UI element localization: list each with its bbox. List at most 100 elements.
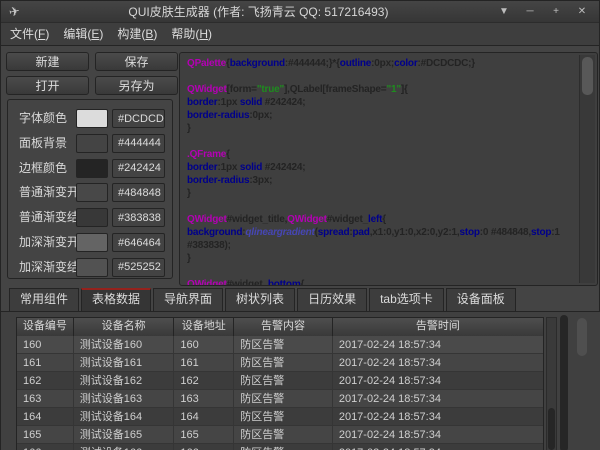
table-header-cell[interactable]: 告警时间 xyxy=(333,318,543,336)
tab-表格数据[interactable]: 表格数据 xyxy=(81,288,151,311)
color-label: 字体颜色 xyxy=(19,109,67,128)
table-row[interactable]: 160测试设备160160防区告警2017-02-24 18:57:34 xyxy=(17,336,543,354)
table-tab-pane: 设备编号设备名称设备地址告警内容告警时间 160测试设备160160防区告警20… xyxy=(1,311,600,450)
menu-item[interactable]: 构建(B) xyxy=(112,23,162,45)
table-cell: 防区告警 xyxy=(234,390,333,408)
table-cell: 2017-02-24 18:57:34 xyxy=(333,444,543,450)
editor-scrollbar-thumb[interactable] xyxy=(582,57,593,95)
table-header-cell[interactable]: 告警内容 xyxy=(234,318,333,336)
skin-menu-button[interactable]: ▼ xyxy=(497,1,511,23)
color-swatch[interactable] xyxy=(76,233,108,252)
table-cell: 160 xyxy=(174,336,234,354)
color-setting-row: 字体颜色 xyxy=(8,109,172,128)
color-setting-row: 普通渐变开始 xyxy=(8,183,172,202)
table-cell: 164 xyxy=(174,408,234,426)
table-row[interactable]: 165测试设备165165防区告警2017-02-24 18:57:34 xyxy=(17,426,543,444)
color-swatch[interactable] xyxy=(76,134,108,153)
table-scrollbar-thumb[interactable] xyxy=(548,408,555,450)
close-button[interactable]: ✕ xyxy=(575,1,589,23)
tab-bar: 常用组件表格数据导航界面树状列表日历效果tab选项卡设备面板 xyxy=(1,288,516,311)
color-setting-row: 面板背景 xyxy=(8,134,172,153)
device-alarm-table: 设备编号设备名称设备地址告警内容告警时间 160测试设备160160防区告警20… xyxy=(16,317,544,450)
table-row[interactable]: 164测试设备164164防区告警2017-02-24 18:57:34 xyxy=(17,408,543,426)
color-hex-input[interactable] xyxy=(112,159,165,178)
table-cell: 165 xyxy=(174,426,234,444)
menu-item[interactable]: 文件(F) xyxy=(5,23,54,45)
color-swatch[interactable] xyxy=(76,183,108,202)
tab-导航界面[interactable]: 导航界面 xyxy=(153,288,223,311)
table-cell: 测试设备160 xyxy=(74,336,175,354)
tab-日历效果[interactable]: 日历效果 xyxy=(297,288,367,311)
table-cell: 2017-02-24 18:57:34 xyxy=(333,390,543,408)
color-hex-input[interactable] xyxy=(112,183,165,202)
menu-item[interactable]: 编辑(E) xyxy=(58,23,108,45)
color-hex-input[interactable] xyxy=(112,258,165,277)
table-header-cell[interactable]: 设备地址 xyxy=(174,318,234,336)
table-cell: 防区告警 xyxy=(234,372,333,390)
table-row[interactable]: 166测试设备166166防区告警2017-02-24 18:57:34 xyxy=(17,444,543,450)
file-button[interactable]: 新建 xyxy=(6,52,89,71)
light-scrollbar-thumb[interactable] xyxy=(577,318,587,356)
title-bar: ✈ QUI皮肤生成器 (作者: 飞扬青云 QQ: 517216493) ▼ ─ + ✕ xyxy=(1,1,599,23)
table-cell: 166 xyxy=(17,444,74,450)
table-cell: 2017-02-24 18:57:34 xyxy=(333,408,543,426)
table-cell: 防区告警 xyxy=(234,444,333,450)
table-cell: 163 xyxy=(174,390,234,408)
tab-树状列表[interactable]: 树状列表 xyxy=(225,288,295,311)
color-swatch[interactable] xyxy=(76,109,108,128)
color-hex-input[interactable] xyxy=(112,134,165,153)
app-window: { "theme": { "accent": "#95221d", "panel… xyxy=(0,0,600,450)
table-header-cell[interactable]: 设备编号 xyxy=(17,318,74,336)
table-scrollbar[interactable] xyxy=(546,317,557,450)
menu-item[interactable]: 帮助(H) xyxy=(166,23,217,45)
file-button[interactable]: 打开 xyxy=(6,76,89,95)
table-cell: 测试设备164 xyxy=(74,408,175,426)
table-header-cell[interactable]: 设备名称 xyxy=(74,318,175,336)
color-setting-row: 边框颜色 xyxy=(8,159,172,178)
table-cell: 161 xyxy=(17,354,74,372)
color-swatch[interactable] xyxy=(76,258,108,277)
table-cell: 防区告警 xyxy=(234,426,333,444)
table-row[interactable]: 163测试设备163163防区告警2017-02-24 18:57:34 xyxy=(17,390,543,408)
table-cell: 测试设备163 xyxy=(74,390,175,408)
window-title: QUI皮肤生成器 (作者: 飞扬青云 QQ: 517216493) xyxy=(20,3,497,20)
color-setting-row: 普通渐变结束 xyxy=(8,208,172,227)
table-cell: 163 xyxy=(17,390,74,408)
editor-scrollbar[interactable] xyxy=(579,55,595,283)
color-label: 面板背景 xyxy=(19,134,67,153)
color-setting-row: 加深渐变结束 xyxy=(8,258,172,277)
color-swatch[interactable] xyxy=(76,208,108,227)
color-settings-box: 字体颜色 面板背景 边框颜色 普通渐变开始 普通渐变结束 加深渐变开始 加深渐变… xyxy=(7,99,173,279)
tab-tab选项卡[interactable]: tab选项卡 xyxy=(369,288,444,311)
table-cell: 测试设备162 xyxy=(74,372,175,390)
color-hex-input[interactable] xyxy=(112,233,165,252)
color-setting-row: 加深渐变开始 xyxy=(8,233,172,252)
tab-常用组件[interactable]: 常用组件 xyxy=(9,288,79,311)
color-hex-input[interactable] xyxy=(112,208,165,227)
color-swatch[interactable] xyxy=(76,159,108,178)
file-button[interactable]: 保存 xyxy=(95,52,178,71)
stylesheet-editor[interactable]: QPalette{background:#444444;}*{outline:0… xyxy=(179,52,598,286)
table-row[interactable]: 161测试设备161161防区告警2017-02-24 18:57:34 xyxy=(17,354,543,372)
table-cell: 164 xyxy=(17,408,74,426)
menu-bar: 文件(F)编辑(E)构建(B)帮助(H) xyxy=(1,23,599,46)
window-controls: ▼ ─ + ✕ xyxy=(497,1,589,23)
table-cell: 防区告警 xyxy=(234,354,333,372)
table-cell: 2017-02-24 18:57:34 xyxy=(333,372,543,390)
table-cell: 测试设备165 xyxy=(74,426,175,444)
table-cell: 2017-02-24 18:57:34 xyxy=(333,354,543,372)
color-hex-input[interactable] xyxy=(112,109,165,128)
dark-scrollbar-thumb[interactable] xyxy=(560,315,568,450)
airplane-app-icon: ✈ xyxy=(8,4,21,19)
minimize-button[interactable]: ─ xyxy=(523,1,537,23)
color-label: 边框颜色 xyxy=(19,159,67,178)
table-cell: 160 xyxy=(17,336,74,354)
file-buttons-group: 新建保存打开另存为 xyxy=(6,52,179,95)
table-cell: 162 xyxy=(17,372,74,390)
table-cell: 测试设备166 xyxy=(74,444,175,450)
table-cell: 防区告警 xyxy=(234,408,333,426)
table-row[interactable]: 162测试设备162162防区告警2017-02-24 18:57:34 xyxy=(17,372,543,390)
file-button[interactable]: 另存为 xyxy=(95,76,178,95)
tab-设备面板[interactable]: 设备面板 xyxy=(446,288,516,311)
maximize-button[interactable]: + xyxy=(549,1,563,23)
